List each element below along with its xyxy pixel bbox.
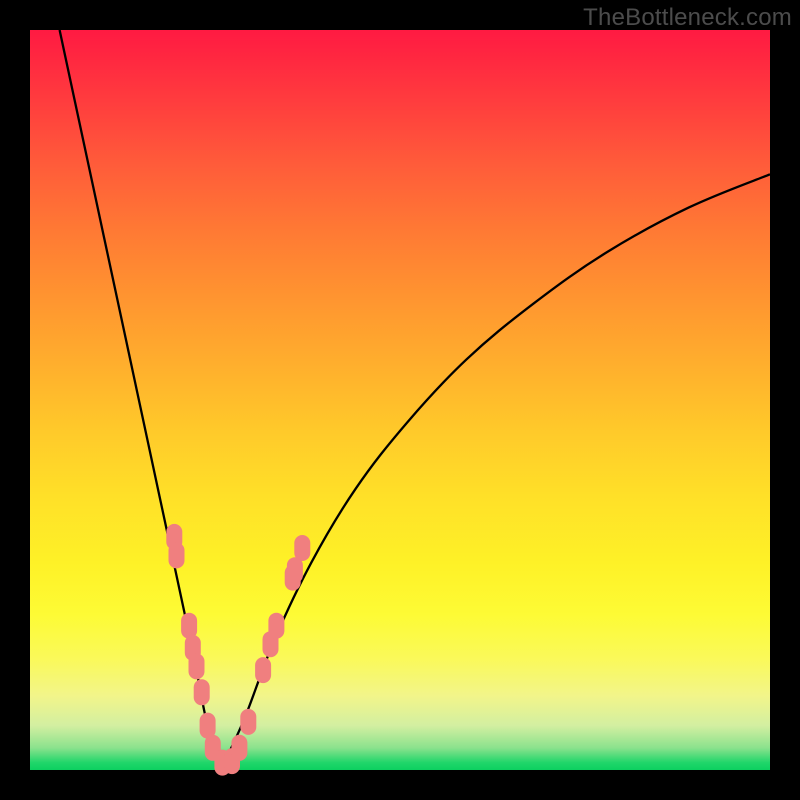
gpu-marker <box>181 613 197 639</box>
plot-area <box>30 30 770 770</box>
gpu-marker <box>240 709 256 735</box>
gpu-marker <box>200 713 216 739</box>
gpu-marker <box>194 679 210 705</box>
gpu-marker <box>268 613 284 639</box>
gpu-marker <box>189 653 205 679</box>
gpu-marker <box>287 557 303 583</box>
gpu-marker <box>294 535 310 561</box>
watermark-text: TheBottleneck.com <box>583 4 792 32</box>
gpu-marker <box>169 542 185 568</box>
gpu-marker-group <box>166 524 310 776</box>
gpu-marker <box>255 657 271 683</box>
gpu-markers <box>30 30 770 770</box>
gpu-marker <box>231 735 247 761</box>
chart-frame: TheBottleneck.com <box>0 0 800 800</box>
